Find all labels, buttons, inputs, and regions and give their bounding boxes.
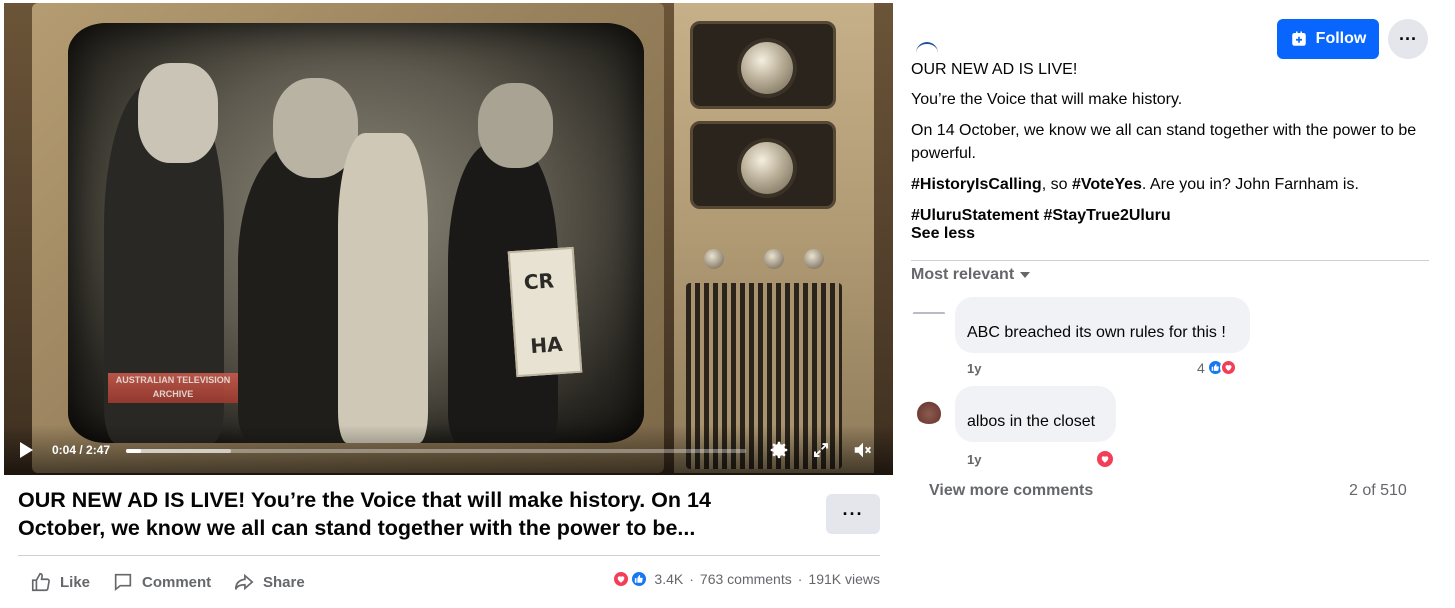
comment-time[interactable]: 1y: [967, 361, 981, 376]
video-controls: 0:04 / 2:47: [4, 425, 893, 475]
comment-text: ABC breached its own rules for this !: [967, 324, 1226, 341]
comment-time[interactable]: 1y: [967, 452, 981, 467]
knob: [704, 249, 724, 269]
like-reaction-icon: [630, 570, 649, 588]
hashtag-link[interactable]: #UluruStatement: [911, 207, 1039, 224]
comment-reactions[interactable]: [1093, 449, 1115, 469]
play-icon[interactable]: [20, 442, 33, 458]
video-progress-bar[interactable]: [126, 449, 746, 453]
hashtag-link[interactable]: #VoteYes: [1072, 176, 1142, 193]
placard-text-bottom: HA: [529, 331, 564, 359]
comment-avatar[interactable]: [912, 390, 946, 424]
caption-line-2: You’re the Voice that will make history.: [911, 91, 1183, 108]
figure-shape: [478, 83, 553, 168]
placard-text-top: CR: [523, 268, 555, 295]
love-reaction-icon: [1219, 359, 1237, 376]
archive-label-line2: ARCHIVE: [152, 389, 194, 399]
divider: [911, 260, 1429, 261]
love-reaction-icon: [612, 570, 631, 588]
thumbs-up-icon: [31, 572, 50, 592]
follow-button[interactable]: Follow: [1277, 19, 1379, 59]
post-title: OUR NEW AD IS LIVE! You’re the Voice tha…: [18, 488, 711, 540]
love-reaction-icon: [1095, 449, 1115, 469]
caption-hashtags: #UluruStatement #StayTrue2Uluru: [911, 204, 1171, 227]
video-timecode: 0:04 / 2:47: [52, 443, 111, 457]
caption-hashtag-line: #HistoryIsCalling, so #VoteYes. Are you …: [911, 173, 1359, 196]
caption-line-1: OUR NEW AD IS LIVE!: [911, 61, 1078, 78]
like-label: Like: [60, 573, 91, 591]
tv-control-panel: [674, 3, 874, 473]
caption-line-3: On 14 October, we know we all can stand …: [911, 122, 1417, 162]
hashtag-link[interactable]: #HistoryIsCalling: [911, 176, 1042, 193]
caret-down-icon: [1020, 272, 1031, 278]
caption-text: . Are you in? John Farnham is.: [1141, 176, 1359, 193]
follow-plus-icon: [1291, 31, 1306, 46]
post-more-options-button[interactable]: ···: [826, 494, 880, 534]
comment-avatar[interactable]: [912, 302, 946, 336]
follow-label: Follow: [1315, 30, 1367, 47]
volume-icon[interactable]: [850, 437, 876, 463]
figure-shape: [138, 63, 218, 163]
more-dots-icon: ···: [1399, 28, 1417, 49]
placard: CR HA: [507, 246, 583, 378]
vhf-dial-box: [690, 21, 836, 109]
vhf-dial: [741, 42, 793, 94]
archive-label-line1: AUSTRALIAN TELEVISION: [115, 375, 231, 385]
stats-separator: ·: [797, 571, 803, 587]
share-button[interactable]: Share: [233, 568, 305, 596]
settings-gear-icon[interactable]: [766, 437, 792, 463]
comment-label: Comment: [142, 573, 212, 591]
knob: [764, 249, 784, 269]
archive-watermark: AUSTRALIAN TELEVISION ARCHIVE: [108, 373, 238, 403]
share-label: Share: [263, 573, 305, 591]
see-less-link[interactable]: See less: [911, 225, 975, 243]
knob-row: [690, 239, 836, 279]
comment-text: albos in the closet: [967, 413, 1096, 430]
tv-screen-image: CR HA AUSTRALIAN TELEVISION ARCHIVE: [68, 23, 644, 443]
sort-label: Most relevant: [911, 266, 1015, 283]
figure-shape: [338, 133, 428, 443]
knob: [804, 249, 824, 269]
caption-text: , so: [1041, 176, 1072, 193]
view-more-comments-link[interactable]: View more comments: [929, 482, 1093, 500]
comment-bubble: albos in the closet: [955, 386, 1116, 442]
video-player[interactable]: CR HA AUSTRALIAN TELEVISION ARCHIVE 0:04…: [4, 3, 893, 475]
views-count: 191K views: [808, 571, 880, 587]
page-avatar: [916, 42, 938, 54]
comment-bubble-icon: [114, 573, 132, 592]
uhf-dial-box: [690, 121, 836, 209]
uhf-dial: [741, 142, 793, 194]
page-more-options-button[interactable]: ···: [1388, 19, 1428, 59]
comment-reactions[interactable]: 4: [1197, 359, 1237, 376]
comment-bubble: ABC breached its own rules for this !: [955, 297, 1250, 353]
fullscreen-icon[interactable]: [808, 437, 834, 463]
stats-separator: ·: [689, 571, 694, 587]
comment-count-indicator: 2 of 510: [1349, 482, 1407, 499]
page-header-cropped: [912, 40, 1112, 54]
comments-count[interactable]: 763 comments: [700, 571, 792, 587]
hashtag-link[interactable]: #StayTrue2Uluru: [1043, 207, 1170, 224]
reaction-count[interactable]: 3.4K: [654, 571, 683, 587]
comment-sort-dropdown[interactable]: Most relevant: [911, 266, 1031, 284]
divider: [18, 555, 880, 556]
comment-button[interactable]: Comment: [112, 568, 211, 596]
like-button[interactable]: Like: [30, 568, 90, 596]
more-dots-icon: ···: [842, 503, 864, 524]
video-buffer-fill: [126, 449, 232, 453]
share-arrow-icon: [234, 573, 254, 591]
comment-reaction-count: 4: [1197, 359, 1205, 376]
post-stats: 3.4K · 763 comments · 191K views: [612, 570, 880, 588]
